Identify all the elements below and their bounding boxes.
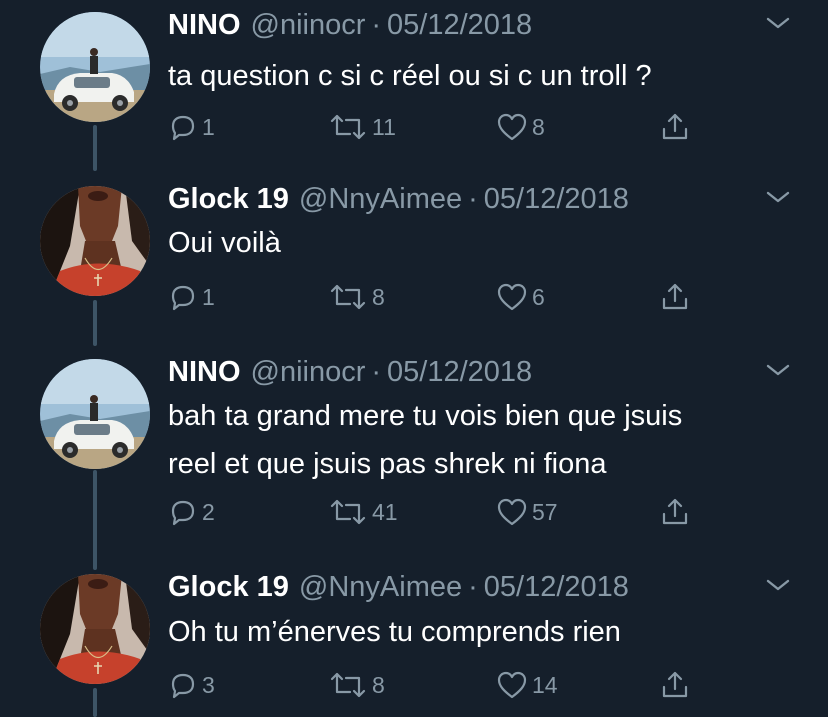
- tweet-actions: 2 41 57: [168, 497, 708, 527]
- user-handle[interactable]: @NnyAimee: [299, 571, 462, 603]
- like-count: 57: [532, 498, 558, 525]
- heart-icon: [497, 671, 527, 699]
- chevron-down-icon[interactable]: [765, 14, 791, 32]
- share-button[interactable]: [660, 112, 690, 142]
- tweet-header: Glock 19 @NnyAimee · 05/12/2018: [168, 570, 629, 604]
- tweet-actions: 1 8 6: [168, 282, 708, 312]
- separator: ·: [371, 9, 382, 41]
- car-avatar-image: [40, 12, 150, 122]
- like-count: 14: [532, 671, 558, 698]
- display-name[interactable]: NINO: [168, 9, 241, 41]
- portrait-avatar-image: [40, 186, 150, 296]
- retweet-icon: [330, 499, 366, 525]
- tweet-text: Oh tu m’énerves tu comprends rien: [168, 608, 621, 656]
- car-avatar-image: [40, 359, 150, 469]
- chevron-down-icon[interactable]: [765, 188, 791, 206]
- tweet[interactable]: Glock 19 @NnyAimee · 05/12/2018 Oui voilà 1…: [0, 182, 828, 322]
- avatar[interactable]: [40, 359, 150, 469]
- tweet-text: Oui voilà: [168, 219, 281, 267]
- reply-count: 2: [202, 498, 215, 525]
- tweet[interactable]: Glock 19 @NnyAimee · 05/12/2018 Oh tu m’éne…: [0, 570, 828, 717]
- avatar[interactable]: [40, 186, 150, 296]
- chevron-down-icon[interactable]: [765, 576, 791, 594]
- like-button[interactable]: 6: [496, 282, 545, 312]
- share-button[interactable]: [660, 670, 690, 700]
- share-icon: [662, 498, 688, 525]
- like-count: 6: [532, 283, 545, 310]
- like-button[interactable]: 57: [496, 497, 558, 527]
- portrait-avatar-image: [40, 574, 150, 684]
- chevron-down-icon[interactable]: [765, 361, 791, 379]
- retweet-button[interactable]: 8: [328, 670, 385, 700]
- tweet-date[interactable]: 05/12/2018: [484, 571, 629, 603]
- user-handle[interactable]: @niinocr: [251, 356, 366, 388]
- tweet-actions: 1 11 8: [168, 112, 708, 142]
- user-handle[interactable]: @niinocr: [251, 9, 366, 41]
- separator: ·: [371, 356, 382, 388]
- reply-count: 1: [202, 283, 215, 310]
- reply-button[interactable]: 2: [168, 497, 215, 527]
- tweet-date[interactable]: 05/12/2018: [484, 183, 629, 215]
- display-name[interactable]: NINO: [168, 356, 241, 388]
- tweet[interactable]: NINO @niinocr · 05/12/2018 bah ta grand mer…: [0, 355, 828, 535]
- like-button[interactable]: 14: [496, 670, 558, 700]
- tweet-text-line: ta question c si c réel ou si c un troll…: [168, 60, 652, 92]
- reply-icon: [171, 115, 195, 141]
- display-name[interactable]: Glock 19: [168, 183, 289, 215]
- share-icon: [662, 283, 688, 310]
- tweet-date[interactable]: 05/12/2018: [387, 9, 532, 41]
- reply-button[interactable]: 3: [168, 670, 215, 700]
- share-button[interactable]: [660, 282, 690, 312]
- tweet-date[interactable]: 05/12/2018: [387, 356, 532, 388]
- reply-icon: [171, 673, 195, 699]
- retweet-icon: [330, 114, 366, 140]
- reply-button[interactable]: 1: [168, 282, 215, 312]
- display-name[interactable]: Glock 19: [168, 571, 289, 603]
- heart-icon: [497, 498, 527, 526]
- reply-button[interactable]: 1: [168, 112, 215, 142]
- tweet-text: bah ta grand mere tu vois bien que jsuis…: [168, 392, 682, 488]
- tweet-header: NINO @niinocr · 05/12/2018: [168, 8, 532, 42]
- retweet-icon: [330, 672, 366, 698]
- tweet-text-line: bah ta grand mere tu vois bien que jsuis: [168, 400, 683, 432]
- tweet-text-line: Oui voilà: [168, 227, 281, 259]
- share-icon: [662, 671, 688, 698]
- avatar[interactable]: [40, 574, 150, 684]
- retweet-count: 41: [372, 498, 398, 525]
- separator: ·: [468, 571, 478, 603]
- retweet-button[interactable]: 41: [328, 497, 398, 527]
- tweet-text: ta question c si c réel ou si c un troll…: [168, 52, 652, 100]
- retweet-count: 11: [372, 113, 396, 140]
- like-button[interactable]: 8: [496, 112, 545, 142]
- retweet-count: 8: [372, 671, 385, 698]
- tweet-text-line: Oh tu m’énerves tu comprends rien: [168, 616, 621, 648]
- retweet-count: 8: [372, 283, 385, 310]
- tweet-actions: 3 8 14: [168, 670, 708, 700]
- user-handle[interactable]: @NnyAimee: [299, 183, 462, 215]
- reply-count: 1: [202, 113, 215, 140]
- like-count: 8: [532, 113, 545, 140]
- heart-icon: [497, 283, 527, 311]
- retweet-button[interactable]: 11: [328, 112, 396, 142]
- heart-icon: [497, 113, 527, 141]
- tweet-header: Glock 19 @NnyAimee · 05/12/2018: [168, 182, 629, 216]
- reply-count: 3: [202, 671, 215, 698]
- share-icon: [662, 113, 688, 140]
- reply-icon: [171, 500, 195, 526]
- separator: ·: [468, 183, 478, 215]
- share-button[interactable]: [660, 497, 690, 527]
- avatar[interactable]: [40, 12, 150, 122]
- retweet-icon: [330, 284, 366, 310]
- tweet[interactable]: NINO @niinocr · 05/12/2018 ta question c si…: [0, 8, 828, 148]
- tweet-header: NINO @niinocr · 05/12/2018: [168, 355, 532, 389]
- tweet-text-line: reel et que jsuis pas shrek ni fiona: [168, 448, 607, 480]
- retweet-button[interactable]: 8: [328, 282, 385, 312]
- reply-icon: [171, 285, 195, 311]
